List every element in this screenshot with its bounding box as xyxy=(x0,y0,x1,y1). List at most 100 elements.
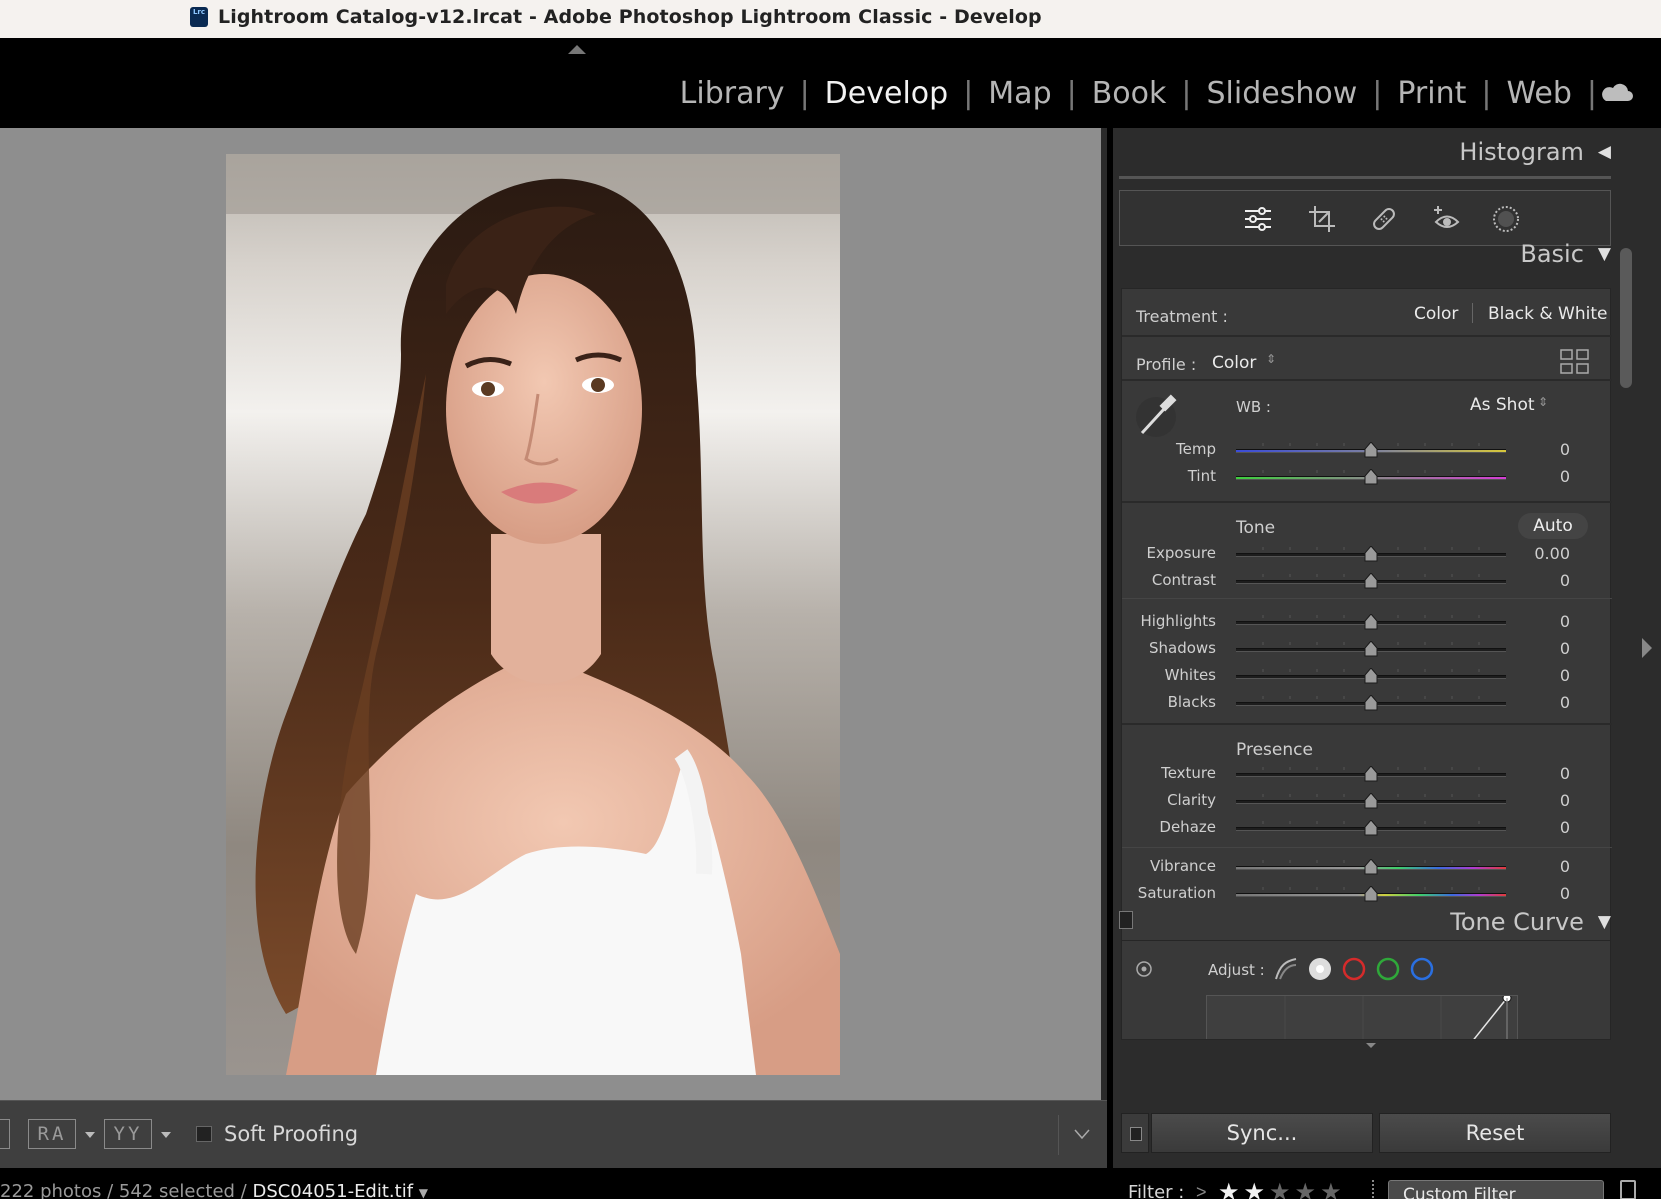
swap-menu-icon[interactable] xyxy=(161,1132,171,1138)
auto-tone-button[interactable]: Auto xyxy=(1518,513,1588,539)
red-channel-icon[interactable] xyxy=(1340,955,1368,983)
rating-comparator[interactable]: > xyxy=(1196,1182,1207,1199)
right-panel: Histogram ◀ Basic ▼ Treatment: Color Bl… xyxy=(1113,128,1661,1168)
module-separator: | xyxy=(1481,76,1492,111)
slider-thumb-tint[interactable] xyxy=(1364,469,1378,485)
slider-label-exposure: Exposure xyxy=(1146,544,1216,562)
wb-updown-icon[interactable]: ⇕ xyxy=(1538,395,1548,409)
expand-right-panel-icon[interactable] xyxy=(1642,638,1652,658)
point-curve-white-icon[interactable] xyxy=(1306,955,1334,983)
filter-label: Filter : xyxy=(1128,1182,1185,1199)
crop-icon[interactable] xyxy=(1306,203,1338,235)
slider-thumb-shadows[interactable] xyxy=(1364,641,1378,657)
module-print[interactable]: Print xyxy=(1382,76,1481,111)
slider-value-shadows[interactable]: 0 xyxy=(1510,639,1570,658)
slider-value-contrast[interactable]: 0 xyxy=(1510,571,1570,590)
rating-star[interactable]: ★ xyxy=(1244,1179,1270,1199)
histogram-header[interactable]: Histogram ◀ xyxy=(1123,138,1611,166)
before-after-swap-button[interactable]: YY xyxy=(104,1119,152,1149)
slider-value-dehaze[interactable]: 0 xyxy=(1510,818,1570,837)
slider-value-highlights[interactable]: 0 xyxy=(1510,612,1570,631)
portrait-photo[interactable] xyxy=(226,154,840,1075)
red-eye-icon[interactable] xyxy=(1430,203,1462,235)
treatment-bw-button[interactable]: Black & White xyxy=(1488,304,1608,324)
slider-thumb-whites[interactable] xyxy=(1364,668,1378,684)
histogram-label: Histogram xyxy=(1459,138,1584,166)
slider-thumb-dehaze[interactable] xyxy=(1364,820,1378,836)
slider-value-whites[interactable]: 0 xyxy=(1510,666,1570,685)
slider-value-texture[interactable]: 0 xyxy=(1510,764,1570,783)
develop-tool-strip xyxy=(1119,190,1611,246)
collapse-down-icon[interactable]: ▼ xyxy=(1598,912,1611,932)
slider-thumb-temp[interactable] xyxy=(1364,442,1378,458)
slider-value-saturation[interactable]: 0 xyxy=(1510,884,1570,903)
green-channel-icon[interactable] xyxy=(1374,955,1402,983)
parametric-curve-icon[interactable] xyxy=(1272,955,1300,983)
cloud-icon[interactable] xyxy=(1599,82,1633,102)
targeted-adjustment-icon[interactable] xyxy=(1134,959,1154,979)
module-book[interactable]: Book xyxy=(1077,76,1182,111)
masking-icon[interactable] xyxy=(1490,203,1522,235)
slider-value-blacks[interactable]: 0 xyxy=(1510,693,1570,712)
rating-filter[interactable]: ★★★★★ xyxy=(1218,1178,1346,1199)
slider-value-tint[interactable]: 0 xyxy=(1510,467,1570,486)
panel-scrollbar[interactable] xyxy=(1620,248,1632,388)
profile-browser-grid-icon[interactable] xyxy=(1560,349,1590,375)
blue-channel-icon[interactable] xyxy=(1408,955,1436,983)
sync-button[interactable]: Sync... xyxy=(1151,1113,1373,1153)
filter-lock-icon[interactable] xyxy=(1620,1180,1636,1199)
basic-header[interactable]: Basic ▼ xyxy=(1123,240,1611,268)
collapse-down-icon[interactable]: ▼ xyxy=(1598,244,1611,264)
wb-label: WB : xyxy=(1236,398,1271,416)
filter-preset-select[interactable]: Custom Filter xyxy=(1388,1180,1604,1199)
slider-thumb-texture[interactable] xyxy=(1364,766,1378,782)
slider-thumb-saturation[interactable] xyxy=(1364,886,1378,902)
module-map[interactable]: Map xyxy=(973,76,1066,111)
before-after-button[interactable]: RA xyxy=(28,1119,76,1149)
bottom-toolbar: RA YY Soft Proofing xyxy=(0,1100,1107,1168)
wb-select[interactable]: As Shot xyxy=(1470,395,1535,415)
profile-label: Profile : xyxy=(1136,355,1197,374)
soft-proofing-checkbox[interactable] xyxy=(196,1126,212,1142)
tone-curve-graph[interactable] xyxy=(1206,995,1518,1039)
slider-value-exposure[interactable]: 0.00 xyxy=(1510,544,1570,563)
slider-thumb-highlights[interactable] xyxy=(1364,614,1378,630)
before-after-menu-icon[interactable] xyxy=(85,1132,95,1138)
current-filename[interactable]: DSC04051-Edit.tif xyxy=(252,1181,413,1199)
module-slideshow[interactable]: Slideshow xyxy=(1192,76,1373,111)
loupe-view-button[interactable] xyxy=(0,1119,10,1149)
auto-sync-toggle[interactable] xyxy=(1121,1113,1149,1153)
profile-select[interactable]: Color xyxy=(1212,353,1256,373)
slider-thumb-contrast[interactable] xyxy=(1364,573,1378,589)
row-divider xyxy=(1122,847,1612,848)
module-library[interactable]: Library xyxy=(665,76,800,111)
slider-value-temp[interactable]: 0 xyxy=(1510,440,1570,459)
tone-curve-label: Tone Curve xyxy=(1450,908,1584,936)
slider-thumb-vibrance[interactable] xyxy=(1364,859,1378,875)
collapse-top-panel-icon[interactable] xyxy=(568,45,586,54)
rating-star[interactable]: ★ xyxy=(1269,1179,1295,1199)
toolbar-options-icon[interactable] xyxy=(1074,1129,1090,1139)
slider-thumb-clarity[interactable] xyxy=(1364,793,1378,809)
module-separator: | xyxy=(1181,76,1192,111)
slider-value-clarity[interactable]: 0 xyxy=(1510,791,1570,810)
rating-star[interactable]: ★ xyxy=(1218,1179,1244,1199)
rating-star[interactable]: ★ xyxy=(1295,1179,1321,1199)
slider-thumb-blacks[interactable] xyxy=(1364,695,1378,711)
edit-sliders-icon[interactable] xyxy=(1242,203,1274,235)
treatment-color-button[interactable]: Color xyxy=(1414,304,1458,324)
slider-thumb-exposure[interactable] xyxy=(1364,546,1378,562)
soft-proofing-label: Soft Proofing xyxy=(224,1122,359,1146)
eyedropper-icon[interactable] xyxy=(1134,389,1184,439)
profile-updown-icon[interactable]: ⇕ xyxy=(1266,352,1276,366)
module-web[interactable]: Web xyxy=(1491,76,1586,111)
module-develop[interactable]: Develop xyxy=(810,76,964,111)
slider-value-vibrance[interactable]: 0 xyxy=(1510,857,1570,876)
reset-button[interactable]: Reset xyxy=(1379,1113,1611,1153)
rating-star[interactable]: ★ xyxy=(1320,1179,1346,1199)
healing-bandage-icon[interactable] xyxy=(1368,203,1400,235)
collapse-left-icon[interactable]: ◀ xyxy=(1598,142,1611,162)
toolbar-divider xyxy=(1058,1115,1059,1155)
filename-menu-icon[interactable]: ▼ xyxy=(419,1186,428,1199)
tone-curve-header[interactable]: Tone Curve ▼ xyxy=(1123,908,1611,936)
